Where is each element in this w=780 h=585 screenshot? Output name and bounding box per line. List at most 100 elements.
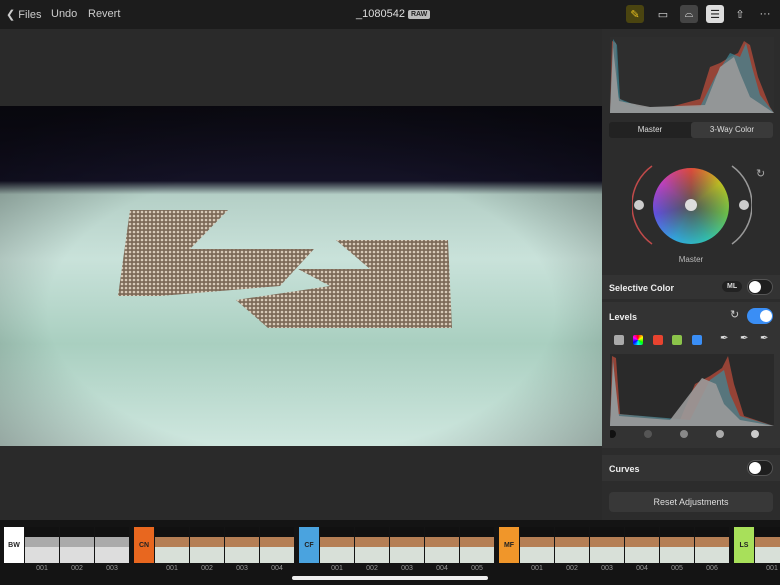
file-title: _1080542 RAW xyxy=(356,8,431,20)
preset-thumbnail[interactable] xyxy=(460,527,494,563)
preset-thumbnail[interactable] xyxy=(260,527,294,563)
photo-subject xyxy=(0,106,602,446)
wheel-center-handle xyxy=(685,199,697,211)
preset-number: 001 xyxy=(766,565,778,572)
preset-number: 003 xyxy=(401,565,413,572)
preset-thumbnail[interactable] xyxy=(190,527,224,563)
adjustments-panel: Master 3-Way Color ↻ Master Selective Co… xyxy=(602,29,780,520)
levels-section: Levels ↻ ✒ ✒ ✒ xyxy=(602,302,780,448)
reset-wheel-icon[interactable]: ↻ xyxy=(756,167,765,180)
preset-thumbnail[interactable] xyxy=(590,527,624,563)
channel-green[interactable] xyxy=(672,335,682,345)
image-canvas[interactable] xyxy=(0,29,602,520)
preset-number: 004 xyxy=(271,565,283,572)
preset-thumbnail[interactable] xyxy=(425,527,459,563)
preset-number: 003 xyxy=(106,565,118,572)
shadow-handle xyxy=(644,430,652,438)
left-slider-handle xyxy=(634,200,644,210)
preset-thumbnail[interactable] xyxy=(320,527,354,563)
more-icon[interactable]: ··· xyxy=(756,5,774,23)
preset-thumbnail[interactable] xyxy=(355,527,389,563)
preset-thumbnail[interactable] xyxy=(555,527,589,563)
preset-number: 004 xyxy=(436,565,448,572)
raw-badge: RAW xyxy=(407,10,431,19)
undo-button[interactable]: Undo xyxy=(51,8,77,20)
channel-luminance[interactable] xyxy=(614,335,624,345)
black-point-handle xyxy=(610,430,616,438)
preset-group-mf[interactable]: MF xyxy=(499,527,519,563)
top-toolbar: ❮ Files Undo Revert _1080542 RAW ✎ ▭ ⌓ ☰ … xyxy=(0,0,780,29)
white-point-handle xyxy=(751,430,759,438)
white-eyedropper-icon[interactable]: ✒ xyxy=(760,333,768,344)
highlight-handle xyxy=(716,430,724,438)
preset-number: 002 xyxy=(201,565,213,572)
healing-bandage-icon[interactable]: ▭ xyxy=(654,5,672,23)
preset-thumbnail[interactable] xyxy=(520,527,554,563)
reset-levels-icon[interactable]: ↻ xyxy=(730,308,739,321)
preset-number: 001 xyxy=(331,565,343,572)
tab-master[interactable]: Master xyxy=(609,125,691,134)
preset-number: 002 xyxy=(71,565,83,572)
back-label: Files xyxy=(18,9,42,21)
preset-number: 004 xyxy=(636,565,648,572)
preset-number: 001 xyxy=(166,565,178,572)
channel-blue[interactable] xyxy=(692,335,702,345)
preset-number: 002 xyxy=(366,565,378,572)
preset-group-cf[interactable]: CF xyxy=(299,527,319,563)
curves-toggle[interactable] xyxy=(747,460,773,476)
preset-thumbnail[interactable] xyxy=(390,527,424,563)
preset-number: 002 xyxy=(566,565,578,572)
preset-thumbnail[interactable] xyxy=(25,527,59,563)
reset-adjustments-button[interactable]: Reset Adjustments xyxy=(609,492,773,512)
black-eyedropper-icon[interactable]: ✒ xyxy=(720,333,728,344)
right-slider-handle xyxy=(739,200,749,210)
crop-icon[interactable]: ⌓ xyxy=(680,5,698,23)
midtone-handle xyxy=(680,430,688,438)
preset-group-cn[interactable]: CN xyxy=(134,527,154,563)
levels-label: Levels xyxy=(609,312,638,322)
back-button[interactable]: ❮ Files xyxy=(6,8,42,21)
preset-thumbnail[interactable] xyxy=(695,527,729,563)
preset-group-ls[interactable]: LS xyxy=(734,527,754,563)
preset-thumbnail[interactable] xyxy=(95,527,129,563)
preset-number: 006 xyxy=(706,565,718,572)
preset-thumbnail[interactable] xyxy=(155,527,189,563)
gray-eyedropper-icon[interactable]: ✒ xyxy=(740,333,748,344)
wheel-label: Master xyxy=(678,255,704,264)
revert-button[interactable]: Revert xyxy=(88,8,120,20)
preset-number: 003 xyxy=(601,565,613,572)
ml-badge[interactable]: ML xyxy=(722,281,743,292)
levels-toggle[interactable] xyxy=(747,308,773,324)
selective-color-toggle[interactable] xyxy=(747,279,773,295)
preset-number: 001 xyxy=(36,565,48,572)
home-indicator xyxy=(292,576,488,580)
preset-thumbnail[interactable] xyxy=(625,527,659,563)
reset-area: Reset Adjustments xyxy=(602,487,780,520)
photo xyxy=(0,106,602,446)
levels-histogram[interactable] xyxy=(610,354,774,444)
tab-3-way-color[interactable]: 3-Way Color xyxy=(691,122,773,138)
filename: _1080542 xyxy=(356,8,405,20)
histogram xyxy=(610,37,774,113)
preset-number: 005 xyxy=(471,565,483,572)
preset-thumbnail[interactable] xyxy=(660,527,694,563)
selective-color-section: Selective Color ML xyxy=(602,275,780,299)
chevron-left-icon: ❮ xyxy=(6,9,16,21)
adjustments-icon[interactable]: ☰ xyxy=(706,5,724,23)
preset-thumbnail[interactable] xyxy=(225,527,259,563)
preset-number: 003 xyxy=(236,565,248,572)
preset-number: 001 xyxy=(531,565,543,572)
preset-number: 005 xyxy=(671,565,683,572)
selective-color-label: Selective Color xyxy=(609,283,675,293)
preset-thumbnail[interactable] xyxy=(755,527,780,563)
curves-section: Curves xyxy=(602,455,780,481)
color-mode-tabs: Master 3-Way Color xyxy=(609,122,773,138)
preset-thumbnail[interactable] xyxy=(60,527,94,563)
channel-red[interactable] xyxy=(653,335,663,345)
curves-label: Curves xyxy=(609,464,640,474)
channel-rgb[interactable] xyxy=(633,335,643,345)
preset-group-bw[interactable]: BW xyxy=(4,527,24,563)
color-wheel-control[interactable] xyxy=(632,164,752,254)
share-icon[interactable]: ⇧ xyxy=(731,5,749,23)
auto-adjust-icon[interactable]: ✎ xyxy=(626,5,644,23)
